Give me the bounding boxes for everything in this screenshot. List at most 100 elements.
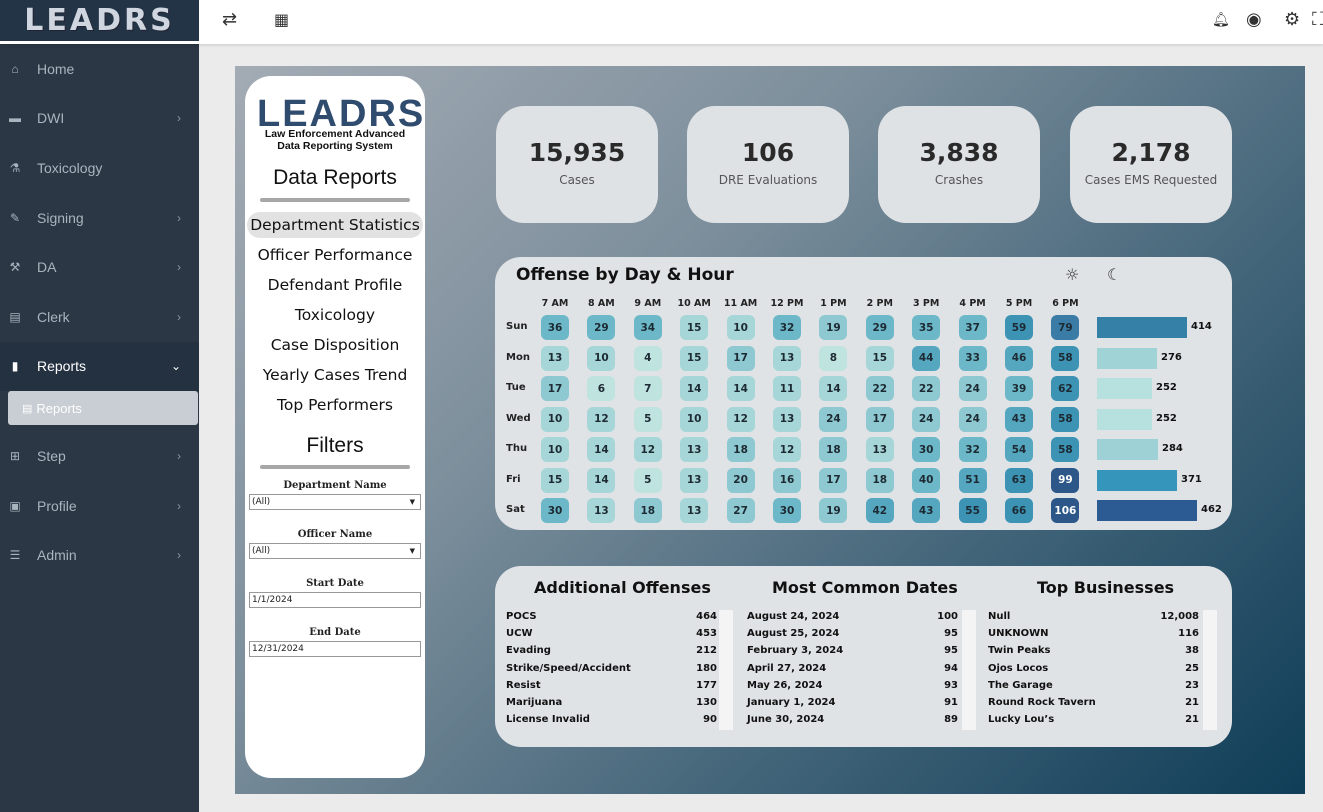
heatmap-cell[interactable]: 32 xyxy=(773,315,801,340)
heatmap-cell[interactable]: 33 xyxy=(958,345,987,371)
heatmap-cell[interactable]: 24 xyxy=(912,406,941,432)
heatmap-cell[interactable]: 17 xyxy=(726,345,755,371)
heatmap-cell[interactable]: 18 xyxy=(865,467,894,493)
heatmap-cell[interactable]: 63 xyxy=(1005,467,1033,493)
heatmap-cell[interactable]: 18 xyxy=(633,498,662,523)
heatmap-cell[interactable]: 16 xyxy=(773,467,801,493)
heatmap-cell[interactable]: 14 xyxy=(726,376,755,401)
sidebar-item-clerk[interactable]: ▤ Clerk › xyxy=(0,292,199,342)
heatmap-cell[interactable]: 99 xyxy=(1051,467,1080,493)
sidebar-item-dwi[interactable]: ▬ DWI › xyxy=(0,94,199,144)
day-total-bar[interactable] xyxy=(1097,500,1197,521)
heatmap-cell[interactable]: 29 xyxy=(865,315,894,340)
heatmap-cell[interactable]: 55 xyxy=(958,498,987,523)
day-total-bar[interactable] xyxy=(1097,408,1152,430)
sun-icon[interactable]: ☼ xyxy=(1065,265,1079,284)
heatmap-cell[interactable]: 17 xyxy=(541,376,569,401)
heatmap-cell[interactable]: 12 xyxy=(726,406,755,432)
heatmap-cell[interactable]: 10 xyxy=(680,406,709,432)
heatmap-cell[interactable]: 35 xyxy=(912,315,941,340)
sidebar-item-step[interactable]: ⊞ Step › xyxy=(0,431,199,481)
sidebar-subitem-reports[interactable]: ▤ Reports xyxy=(8,391,198,426)
heatmap-cell[interactable]: 15 xyxy=(865,345,894,371)
heatmap-cell[interactable]: 18 xyxy=(819,437,848,462)
sidebar-item-signing[interactable]: ✎ Signing › xyxy=(0,193,199,243)
bell-icon[interactable]: 🔔︎ xyxy=(1212,10,1230,30)
heatmap-cell[interactable]: 43 xyxy=(912,498,941,523)
heatmap-cell[interactable]: 13 xyxy=(773,406,801,432)
heatmap-cell[interactable]: 14 xyxy=(587,467,616,493)
heatmap-cell[interactable]: 24 xyxy=(958,406,987,432)
heatmap-cell[interactable]: 20 xyxy=(726,467,755,493)
heatmap-cell[interactable]: 24 xyxy=(819,406,848,432)
start-date-input[interactable]: 1/1/2024 xyxy=(249,592,421,608)
heatmap-cell[interactable]: 106 xyxy=(1051,498,1080,523)
scrollbar[interactable] xyxy=(719,610,733,730)
heatmap-cell[interactable]: 8 xyxy=(819,345,848,371)
heatmap-cell[interactable]: 15 xyxy=(680,345,709,371)
heatmap-cell[interactable]: 13 xyxy=(541,345,569,371)
heatmap-cell[interactable]: 66 xyxy=(1005,498,1033,523)
officer-select[interactable]: (All) ▼ xyxy=(249,543,421,559)
heatmap-cell[interactable]: 32 xyxy=(958,437,987,462)
expand-icon[interactable]: ⛶ xyxy=(1312,10,1323,30)
heatmap-cell[interactable]: 43 xyxy=(1005,406,1033,432)
heatmap-cell[interactable]: 12 xyxy=(773,437,801,462)
heatmap-cell[interactable]: 39 xyxy=(1005,376,1033,401)
heatmap-cell[interactable]: 12 xyxy=(587,406,616,432)
heatmap-cell[interactable]: 42 xyxy=(865,498,894,523)
day-total-bar[interactable] xyxy=(1097,439,1158,460)
heatmap-cell[interactable]: 29 xyxy=(587,315,616,340)
heatmap-cell[interactable]: 4 xyxy=(633,345,662,371)
grid-icon[interactable]: ▦ xyxy=(274,10,289,30)
heatmap-cell[interactable]: 13 xyxy=(680,467,709,493)
heatmap-cell[interactable]: 30 xyxy=(541,498,569,523)
heatmap-cell[interactable]: 79 xyxy=(1051,315,1080,340)
heatmap-cell[interactable]: 10 xyxy=(726,315,755,340)
heatmap-cell[interactable]: 6 xyxy=(587,376,616,401)
heatmap-cell[interactable]: 13 xyxy=(587,498,616,523)
heatmap-cell[interactable]: 58 xyxy=(1051,437,1080,462)
report-link-toxicology[interactable]: Toxicology xyxy=(245,302,425,328)
day-total-bar[interactable] xyxy=(1097,317,1187,338)
heatmap-cell[interactable]: 19 xyxy=(819,315,848,340)
heatmap-cell[interactable]: 19 xyxy=(819,498,848,523)
heatmap-cell[interactable]: 22 xyxy=(865,376,894,401)
report-link-department-statistics[interactable]: Department Statistics xyxy=(247,212,423,238)
heatmap-cell[interactable]: 10 xyxy=(541,437,569,462)
heatmap-cell[interactable]: 5 xyxy=(633,406,662,432)
sidebar-item-reports[interactable]: ▮ Reports ⌄ xyxy=(0,341,199,392)
report-link-defendant-profile[interactable]: Defendant Profile xyxy=(245,272,425,298)
moon-icon[interactable]: ☾ xyxy=(1107,265,1121,284)
heatmap-cell[interactable]: 15 xyxy=(541,467,569,493)
gear-icon[interactable]: ⚙ xyxy=(1284,10,1300,30)
heatmap-cell[interactable]: 62 xyxy=(1051,376,1080,401)
heatmap-cell[interactable]: 13 xyxy=(773,345,801,371)
heatmap-cell[interactable]: 5 xyxy=(633,467,662,493)
heatmap-cell[interactable]: 18 xyxy=(726,437,755,462)
sidebar-item-da[interactable]: ⚒ DA › xyxy=(0,242,199,292)
user-icon[interactable]: ◉ xyxy=(1246,10,1262,30)
report-link-officer-performance[interactable]: Officer Performance xyxy=(245,242,425,268)
heatmap-cell[interactable]: 11 xyxy=(773,376,801,401)
heatmap-cell[interactable]: 24 xyxy=(958,376,987,401)
report-link-case-disposition[interactable]: Case Disposition xyxy=(245,332,425,358)
heatmap-cell[interactable]: 10 xyxy=(587,345,616,371)
heatmap-cell[interactable]: 58 xyxy=(1051,345,1080,371)
heatmap-cell[interactable]: 44 xyxy=(912,345,941,371)
sidebar-item-profile[interactable]: ▣ Profile › xyxy=(0,481,199,531)
heatmap-cell[interactable]: 13 xyxy=(680,437,709,462)
heatmap-cell[interactable]: 17 xyxy=(819,467,848,493)
report-link-yearly-cases-trend[interactable]: Yearly Cases Trend xyxy=(245,362,425,388)
brand-logo[interactable]: LEADRS xyxy=(0,0,199,44)
heatmap-cell[interactable]: 22 xyxy=(912,376,941,401)
heatmap-cell[interactable]: 54 xyxy=(1005,437,1033,462)
heatmap-cell[interactable]: 14 xyxy=(680,376,709,401)
heatmap-cell[interactable]: 30 xyxy=(773,498,801,523)
heatmap-cell[interactable]: 12 xyxy=(633,437,662,462)
sidebar-item-home[interactable]: ⌂ Home xyxy=(0,44,199,94)
day-total-bar[interactable] xyxy=(1097,347,1157,369)
swap-icon[interactable]: ⇄ xyxy=(222,10,237,30)
heatmap-cell[interactable]: 27 xyxy=(726,498,755,523)
heatmap-cell[interactable]: 14 xyxy=(587,437,616,462)
